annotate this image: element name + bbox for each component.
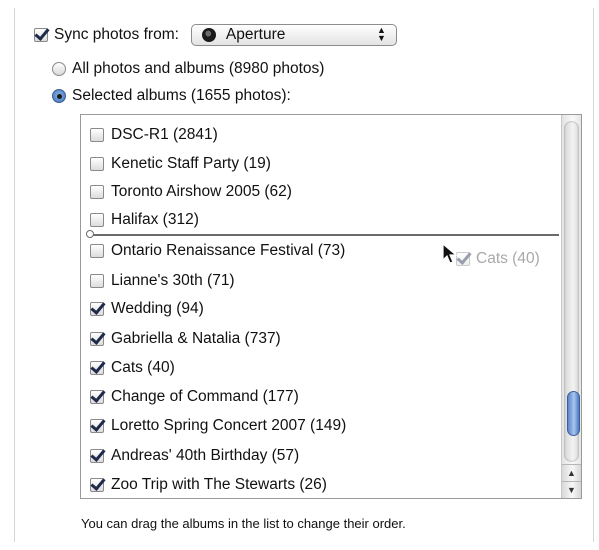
selected-albums-option[interactable]: Selected albums (1655 photos):	[52, 87, 291, 105]
album-checkbox[interactable]	[90, 419, 104, 433]
album-label: Wedding (94)	[111, 300, 204, 317]
scrollbar-thumb[interactable]	[567, 391, 580, 436]
drag-ghost-checkbox	[456, 252, 470, 266]
album-checkbox[interactable]	[90, 185, 104, 199]
album-label: Toronto Airshow 2005 (62)	[111, 183, 292, 200]
drag-ghost-label: Cats (40)	[476, 250, 540, 267]
album-checkbox[interactable]	[90, 390, 104, 404]
all-photos-radio[interactable]	[52, 62, 66, 76]
album-row[interactable]: Wedding (94)	[90, 298, 204, 320]
album-row[interactable]: Change of Command (177)	[90, 386, 299, 408]
album-row[interactable]: Loretto Spring Concert 2007 (149)	[90, 415, 346, 437]
drop-indicator-dot	[86, 230, 94, 238]
scrollbar-track[interactable]	[564, 121, 580, 462]
album-label: Lianne's 30th (71)	[111, 272, 235, 289]
all-photos-label: All photos and albums (8980 photos)	[72, 60, 325, 77]
album-checkbox[interactable]	[90, 128, 104, 142]
album-row[interactable]: Ontario Renaissance Festival (73)	[90, 240, 345, 262]
album-row[interactable]: DSC-R1 (2841)	[90, 124, 218, 146]
album-row[interactable]: Cats (40)	[90, 357, 175, 379]
album-row[interactable]: Gabriella & Natalia (737)	[90, 328, 281, 350]
aperture-app-icon	[201, 28, 216, 42]
album-checkbox[interactable]	[90, 274, 104, 288]
album-row[interactable]: Toronto Airshow 2005 (62)	[90, 181, 292, 203]
photo-source-value: Aperture	[225, 26, 286, 43]
drop-indicator-line	[91, 234, 559, 236]
album-row[interactable]: Andreas' 40th Birthday (57)	[90, 445, 299, 467]
album-row[interactable]: Kenetic Staff Party (19)	[90, 153, 271, 175]
selected-albums-radio[interactable]	[52, 89, 66, 103]
album-checkbox[interactable]	[90, 302, 104, 316]
album-checkbox[interactable]	[90, 157, 104, 171]
album-checkbox[interactable]	[90, 361, 104, 375]
album-row[interactable]: Lianne's 30th (71)	[90, 270, 235, 292]
mouse-pointer-icon	[442, 243, 458, 264]
album-row[interactable]: Zoo Trip with The Stewarts (26)	[90, 474, 327, 496]
sync-photos-row: Sync photos from: Aperture ▲ ▼	[34, 24, 397, 46]
photo-source-popup[interactable]: Aperture ▲ ▼	[190, 24, 397, 46]
album-list-scrollbar[interactable]: ▲ ▼	[561, 115, 581, 498]
album-label: Kenetic Staff Party (19)	[111, 155, 271, 172]
album-checkbox[interactable]	[90, 213, 104, 227]
album-label: Loretto Spring Concert 2007 (149)	[111, 417, 347, 434]
album-label: Ontario Renaissance Festival (73)	[111, 242, 346, 259]
album-checkbox[interactable]	[90, 478, 104, 492]
album-checkbox[interactable]	[90, 332, 104, 346]
drag-hint-text: You can drag the albums in the list to c…	[81, 516, 406, 531]
album-checkbox[interactable]	[90, 244, 104, 258]
scroll-down-button[interactable]: ▼	[562, 481, 581, 498]
album-row[interactable]: Halifax (312)	[90, 209, 199, 231]
album-label: Change of Command (177)	[111, 388, 299, 405]
album-label: Andreas' 40th Birthday (57)	[111, 447, 300, 464]
sync-photos-checkbox[interactable]	[34, 28, 48, 42]
album-checkbox[interactable]	[90, 449, 104, 463]
album-list[interactable]: DSC-R1 (2841) Kenetic Staff Party (19) Tor…	[80, 114, 582, 499]
album-label: DSC-R1 (2841)	[111, 126, 218, 143]
selected-albums-label: Selected albums (1655 photos):	[72, 87, 291, 104]
album-label: Cats (40)	[111, 359, 175, 376]
scroll-up-button[interactable]: ▲	[562, 464, 581, 481]
album-label: Zoo Trip with The Stewarts (26)	[111, 476, 327, 493]
album-label: Gabriella & Natalia (737)	[111, 330, 281, 347]
all-photos-option[interactable]: All photos and albums (8980 photos)	[52, 60, 324, 78]
album-label: Halifax (312)	[111, 211, 199, 228]
sync-photos-label: Sync photos from:	[54, 26, 179, 43]
popup-arrows-icon: ▲ ▼	[377, 25, 386, 43]
